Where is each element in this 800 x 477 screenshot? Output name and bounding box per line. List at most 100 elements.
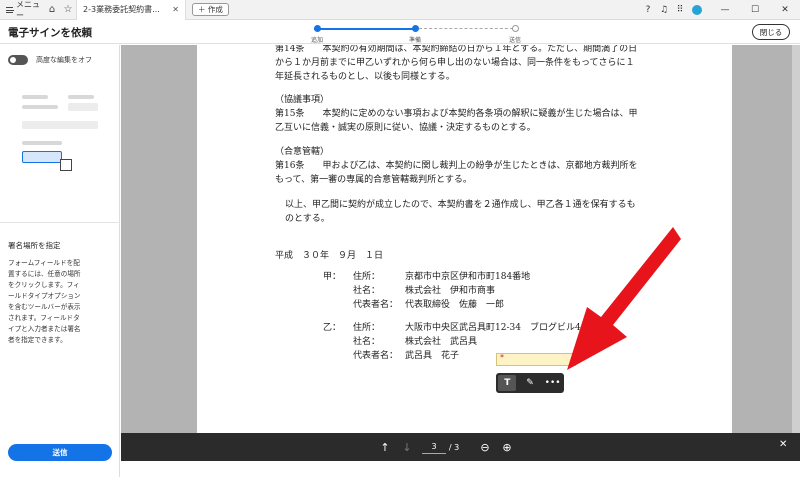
party-b-company: 株式会社 武呂具 [405,337,478,347]
doc-line: 第16条 甲および乙は、本契約に関し裁判上の紛争が生じたときは、京都地方裁判所を [275,161,638,171]
advanced-edit-label: 高度な編集をオフ [36,56,92,64]
sidebar: 高度な編集をオフ 署名場所を指定 フォームフィールドを配 置するには、任意の場所… [0,45,120,477]
send-button[interactable]: 送信 [8,444,112,461]
document-tab[interactable]: 2-3業務委託契約書... ✕ [76,0,186,20]
zoom-in-icon[interactable]: ⊕ [499,439,515,455]
party-a-address: 京都市中京区伊和市町184番地 [405,272,531,282]
advanced-edit-toggle[interactable] [8,55,28,65]
description-line: イプと入力者または署名 [8,325,81,333]
window-close-icon[interactable]: ✕ [770,5,800,15]
doc-line: から１か月前までに甲乙いずれから何ら申し出のない場合は、同一条件をもってさらに１ [275,58,635,68]
close-tab-icon[interactable]: ✕ [172,5,179,14]
sidebar-heading: 署名場所を指定 [8,241,61,250]
progress-line-done [314,28,414,30]
party-b-address-label: 住所： [353,323,381,333]
party-a-address-label: 住所： [353,272,381,282]
party-b-company-label: 社名： [353,337,381,347]
field-toolbar: T ✎ ••• [496,373,564,393]
create-label: 作成 [207,5,223,14]
illus-line [22,141,62,145]
home-icon[interactable]: ⌂ [44,2,60,18]
description-line: 者を指定できます。 [8,336,67,344]
minimize-icon[interactable]: — [710,5,740,15]
description-line: を含むツールバーが表示 [8,303,81,311]
party-a-rep: 代表取締役 佐藤 一郎 [405,300,505,310]
step-label-send: 送信 [508,37,521,44]
illus-cursor-icon [60,159,72,171]
progress-steps: 追加 準備 送信 [311,25,521,44]
plus-icon: ＋ [198,5,208,14]
progress-line-todo [414,28,518,29]
doc-heading: （協議事項） [275,95,330,105]
illus-box [68,103,98,111]
step-dot-prepare [412,25,419,32]
vertical-scrollbar[interactable] [792,45,800,433]
party-b-address: 大阪市中央区武呂具町12-34 ブログビル4 [405,323,581,333]
doc-line: 年延長されるものとし、以後も同様とする。 [275,72,455,82]
menu-button[interactable]: メニュー [0,0,44,21]
close-bar-icon[interactable]: ✕ [779,439,787,450]
doc-date: 平成 ３０年 ９月 １日 [275,251,384,261]
avatar[interactable] [692,4,702,15]
doc-line: 乙互いに信義・誠実の原則に従い、協議・決定するものとする。 [275,123,536,133]
doc-line: もって、第一審の専属的合意管轄裁判所とする。 [275,175,472,185]
create-button[interactable]: ＋ 作成 [192,3,229,16]
sidebar-divider [0,222,120,223]
illus-field [22,151,62,163]
required-mark: * [500,353,504,362]
total-pages: / 3 [448,442,460,452]
app-header: 電子サインを依頼 追加 準備 送信 閉じる [0,20,800,44]
description-line: されます。フィールドタ [8,314,80,322]
maximize-icon[interactable]: ☐ [740,5,770,15]
step-dot-add [314,25,321,32]
apps-icon[interactable]: ⠿ [672,5,688,15]
current-page: 3 [422,440,446,454]
doc-line: 以上、甲乙間に契約が成立したので、本契約書を２通作成し、甲乙各１通を保有するも [285,200,636,210]
zoom-out-icon[interactable]: ⊖ [477,439,493,455]
step-label-add: 追加 [310,37,323,44]
previous-page-icon[interactable]: ↑ [377,439,393,455]
description-line: フォームフィールドを配 [8,259,80,267]
document-canvas[interactable]: 第14条 本契約の有効期間は、本契約締結の日から１年とする。ただし、期間満了の日… [121,45,800,433]
description-line: 置するには、任意の場所 [8,270,81,278]
doc-line: 第15条 本契約に定めのない事項および本契約各条項の解釈に疑義が生じた場合は、甲 [275,109,638,119]
party-a-rep-label: 代表者名： [353,300,399,310]
signature-tool-icon[interactable]: ✎ [521,375,539,391]
doc-heading: （合意管轄） [275,147,330,157]
illus-line [68,95,94,99]
help-icon[interactable]: ? [640,5,656,15]
step-label-prepare: 準備 [408,37,421,44]
party-b-rep-label: 代表者名： [353,351,399,361]
doc-line: のとする。 [285,214,330,224]
star-icon[interactable]: ☆ [60,2,76,18]
annotation-arrow-icon [567,227,681,370]
description-line: をクリックします。フィ [8,281,80,289]
party-b-rep: 武呂具 花子 [405,351,460,361]
party-a-company: 株式会社 伊和市商事 [405,286,496,296]
menu-label: メニュー [16,0,40,20]
party-a-company-label: 社名： [353,286,381,296]
description-line: ールドタイプオプション [8,292,81,300]
bell-icon[interactable]: ♫ [656,5,672,15]
illus-line [22,105,58,109]
page-title: 電子サインを依頼 [8,27,92,39]
sidebar-description: フォームフィールドを配 置するには、任意の場所 をクリックします。フィ ールドタ… [8,258,114,346]
illus-box [22,121,98,129]
next-page-icon[interactable]: ↓ [399,439,415,455]
bottom-strip [121,461,800,477]
party-b-label: 乙： [323,323,342,333]
field-placement-illustration [12,85,108,205]
advanced-edit-toggle-row[interactable]: 高度な編集をオフ [8,55,92,65]
title-bar: メニュー ⌂ ☆ 2-3業務委託契約書... ✕ ＋ 作成 ? ♫ ⠿ — ☐ … [0,0,800,20]
text-field-tool-icon[interactable]: T [498,375,517,391]
document-tab-title: 2-3業務委託契約書... [83,5,160,14]
hamburger-icon [6,6,14,13]
titlebar-right-group: ? ♫ ⠿ — ☐ ✕ [640,0,800,20]
party-a-label: 甲： [323,272,342,282]
more-options-icon[interactable]: ••• [544,375,562,391]
close-button[interactable]: 閉じる [752,24,790,40]
doc-line: 第14条 本契約の有効期間は、本契約締結の日から１年とする。ただし、期間満了の日 [275,45,638,54]
page-number-input[interactable]: 3 [421,439,447,455]
illus-line [22,95,48,99]
arrow-shape [567,227,681,370]
